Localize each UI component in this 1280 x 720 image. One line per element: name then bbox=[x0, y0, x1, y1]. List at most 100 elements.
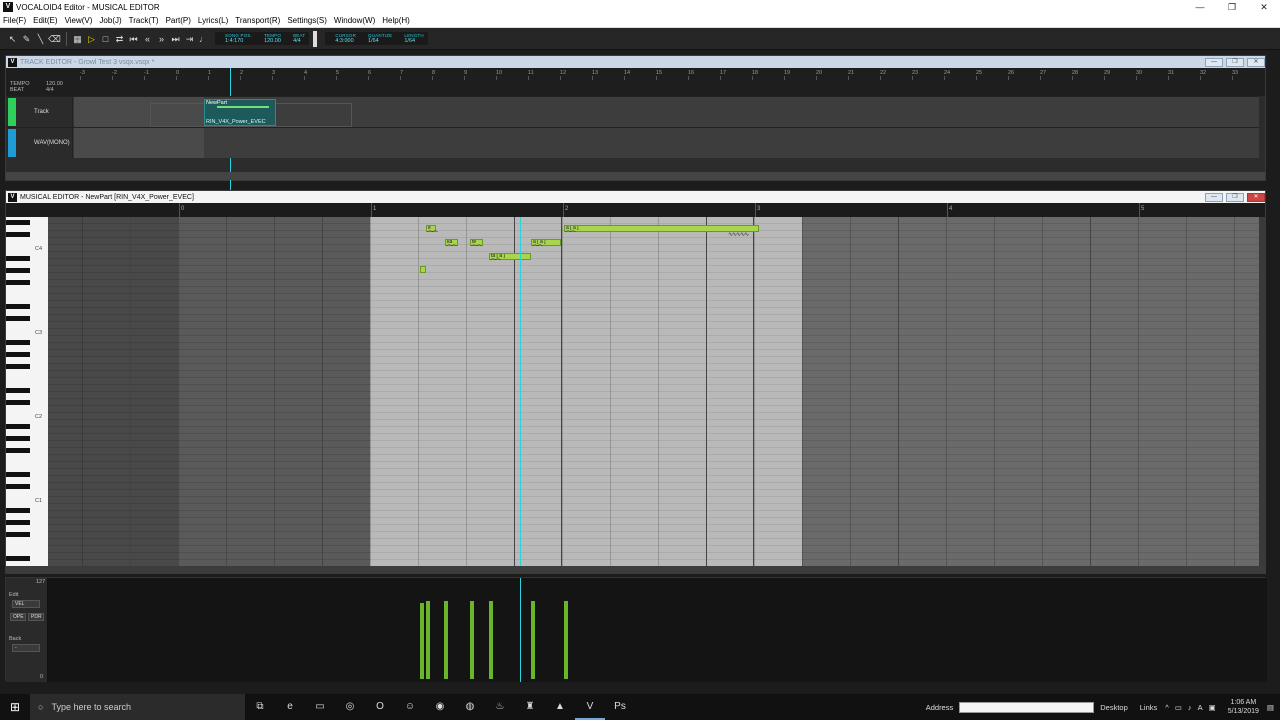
menu-window[interactable]: Window(W) bbox=[334, 16, 375, 25]
stop-icon[interactable]: □ bbox=[99, 32, 112, 46]
track-name[interactable]: Track bbox=[34, 109, 49, 115]
forward-end-icon[interactable]: ⏭ bbox=[169, 32, 182, 46]
menu-job[interactable]: Job(J) bbox=[99, 16, 121, 25]
panel-restore-button[interactable]: ❐ bbox=[1226, 192, 1244, 202]
menu-view[interactable]: View(V) bbox=[65, 16, 93, 25]
track-editor-scrollbar[interactable] bbox=[6, 172, 1265, 180]
app-tray-icon[interactable]: ▣ bbox=[1209, 703, 1216, 712]
menu-edit[interactable]: Edit(E) bbox=[33, 16, 57, 25]
play-icon[interactable]: ▷ bbox=[85, 32, 98, 46]
chrome-icon[interactable]: ◎ bbox=[335, 694, 365, 720]
note[interactable]: a [ a ] bbox=[564, 225, 759, 232]
velocity-bar[interactable] bbox=[489, 601, 493, 679]
firefox-icon[interactable]: ◍ bbox=[455, 694, 485, 720]
file-explorer-icon[interactable]: ▭ bbox=[305, 694, 335, 720]
panel-restore-button[interactable]: ❐ bbox=[1226, 57, 1244, 67]
menu-settings[interactable]: Settings(S) bbox=[287, 16, 327, 25]
links-toolbar-button[interactable]: Links bbox=[1140, 703, 1158, 712]
beat-value[interactable]: 4/4 bbox=[293, 38, 305, 44]
vocaloid-taskbar-icon[interactable]: V bbox=[575, 694, 605, 720]
tray-chevron-icon[interactable]: ^ bbox=[1165, 703, 1169, 712]
game-app-icon[interactable]: ♜ bbox=[515, 694, 545, 720]
piano-roll-horizontal-scrollbar[interactable] bbox=[6, 566, 1265, 573]
ope-button[interactable]: OPE bbox=[10, 613, 26, 621]
note[interactable] bbox=[420, 266, 426, 273]
black-key[interactable] bbox=[6, 556, 30, 561]
black-key[interactable] bbox=[6, 268, 30, 273]
black-key[interactable] bbox=[6, 508, 30, 513]
close-button[interactable]: ✕ bbox=[1248, 2, 1280, 13]
track-header[interactable]: WAV(MONO) bbox=[6, 128, 73, 158]
black-key[interactable] bbox=[6, 472, 30, 477]
track-header[interactable]: Track bbox=[6, 97, 73, 127]
utility-app-icon[interactable]: ◉ bbox=[425, 694, 455, 720]
musical-editor-ruler[interactable]: 0 1 2 3 4 5 bbox=[6, 203, 1265, 217]
control-type-select[interactable]: VEL bbox=[12, 600, 40, 608]
black-key[interactable] bbox=[6, 436, 30, 441]
cursor-value[interactable]: 4:3:000 bbox=[335, 38, 356, 44]
punch-in-icon[interactable]: ⇥ bbox=[183, 32, 196, 46]
menu-track[interactable]: Track(T) bbox=[129, 16, 159, 25]
edge-browser-icon[interactable]: e bbox=[275, 694, 305, 720]
eraser-tool-icon[interactable]: ⌫ bbox=[48, 32, 61, 46]
ime-icon[interactable]: A bbox=[1198, 703, 1203, 712]
minimize-button[interactable]: — bbox=[1184, 2, 1216, 12]
black-key[interactable] bbox=[6, 256, 30, 261]
pdr-button[interactable]: PDR bbox=[28, 613, 44, 621]
panel-close-button[interactable]: ✕ bbox=[1247, 192, 1265, 202]
black-key[interactable] bbox=[6, 352, 30, 357]
black-key[interactable] bbox=[6, 304, 30, 309]
loop-icon[interactable]: ⇄ bbox=[113, 32, 126, 46]
piano-roll-vertical-scrollbar[interactable] bbox=[1259, 217, 1265, 566]
menu-transport[interactable]: Transport(R) bbox=[235, 16, 280, 25]
note[interactable]: a [ a ] bbox=[531, 239, 561, 246]
menu-part[interactable]: Part(P) bbox=[166, 16, 191, 25]
velocity-bar[interactable] bbox=[444, 601, 448, 679]
panel-minimize-button[interactable]: — bbox=[1205, 192, 1223, 202]
volume-icon[interactable]: ♪ bbox=[1188, 703, 1192, 712]
velocity-bar[interactable] bbox=[470, 601, 474, 679]
menu-help[interactable]: Help(H) bbox=[382, 16, 410, 25]
black-key[interactable] bbox=[6, 220, 30, 225]
piano-keyboard[interactable]: C4 C3 C2 C1 bbox=[6, 217, 48, 569]
note[interactable]: ta [ a ] bbox=[489, 253, 531, 260]
desktop-toolbar-button[interactable]: Desktop bbox=[1100, 703, 1128, 712]
length-select[interactable]: 1/64 bbox=[404, 38, 423, 44]
volume-slider[interactable] bbox=[313, 30, 318, 47]
black-key[interactable] bbox=[6, 280, 30, 285]
menu-lyrics[interactable]: Lyrics(L) bbox=[198, 16, 228, 25]
steam-icon[interactable]: ♨ bbox=[485, 694, 515, 720]
black-key[interactable] bbox=[6, 388, 30, 393]
photoshop-icon[interactable]: Ps bbox=[605, 694, 635, 720]
black-key[interactable] bbox=[6, 316, 30, 321]
black-key[interactable] bbox=[6, 364, 30, 369]
playback-cursor[interactable] bbox=[520, 217, 521, 566]
task-view-icon[interactable]: ⧉ bbox=[245, 694, 275, 720]
opera-icon[interactable]: O bbox=[365, 694, 395, 720]
rewind-start-icon[interactable]: ⏮ bbox=[127, 32, 140, 46]
track-editor-ruler[interactable]: TEMPO BEAT 120.00 4/4 -3 -2 -1 0 1 2 3 4 5 6 7 8 9 10… bbox=[6, 68, 1265, 194]
velocity-bar[interactable] bbox=[531, 601, 535, 679]
black-key[interactable] bbox=[6, 400, 30, 405]
velocity-bar[interactable] bbox=[426, 601, 430, 679]
taskbar-search[interactable]: ○ Type here to search bbox=[30, 694, 245, 720]
black-key[interactable] bbox=[6, 532, 30, 537]
velocity-bar[interactable] bbox=[564, 601, 568, 679]
song-pos-value[interactable]: 1:4:170 bbox=[225, 38, 252, 44]
pencil-tool-icon[interactable]: ✎ bbox=[20, 32, 33, 46]
piano-roll[interactable]: e ⌒⌒ ka ⌒⌒ te ⌒⌒ ta [ a ] ⌒⌒ a [ a ] ⌒⌒ a [ a ] ⌒⌒ ∿… bbox=[48, 217, 1259, 566]
velocity-editor[interactable] bbox=[48, 578, 1267, 682]
restore-button[interactable]: ❐ bbox=[1216, 2, 1248, 13]
note[interactable]: te bbox=[470, 239, 483, 246]
taskbar-clock[interactable]: 1:06 AM 5/13/2019 bbox=[1228, 698, 1259, 716]
quantize-select[interactable]: 1/64 bbox=[368, 38, 392, 44]
black-key[interactable] bbox=[6, 424, 30, 429]
black-key[interactable] bbox=[6, 448, 30, 453]
velocity-bar[interactable] bbox=[420, 603, 424, 679]
track-name[interactable]: WAV(MONO) bbox=[34, 140, 70, 146]
black-key[interactable] bbox=[6, 520, 30, 525]
rewind-icon[interactable]: « bbox=[141, 32, 154, 46]
black-key[interactable] bbox=[6, 232, 30, 237]
track-lane[interactable]: NewPart RIN_V4X_Power_EVEC bbox=[74, 97, 1259, 127]
note[interactable]: ka bbox=[445, 239, 458, 246]
